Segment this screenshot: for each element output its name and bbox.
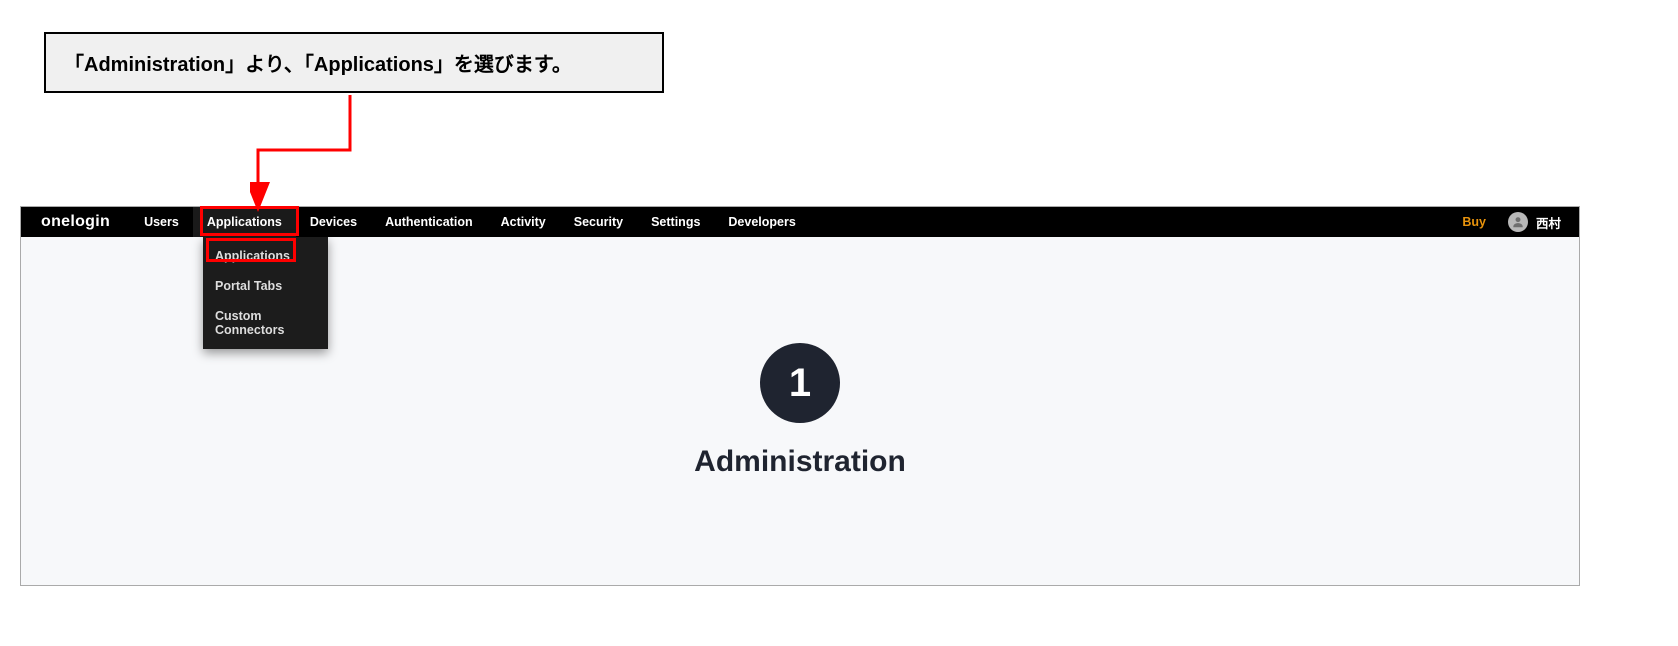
nav-item-activity[interactable]: Activity — [487, 207, 560, 237]
nav-label: Activity — [501, 215, 546, 229]
instruction-text: 「Administration」より、「Applications」を選びます。 — [64, 54, 572, 76]
applications-dropdown: Applications Portal Tabs Custom Connecto… — [203, 237, 328, 349]
nav-item-settings[interactable]: Settings — [637, 207, 714, 237]
step-number: 1 — [789, 361, 811, 406]
main-nav: Users Applications Devices Authenticatio… — [130, 207, 810, 237]
callout-arrow — [250, 95, 360, 215]
username-label: 西村 — [1536, 213, 1561, 232]
nav-label: Devices — [310, 215, 357, 229]
instruction-callout: 「Administration」より、「Applications」を選びます。 — [44, 32, 664, 93]
nav-item-security[interactable]: Security — [560, 207, 637, 237]
nav-label: Security — [574, 215, 623, 229]
dropdown-label: Applications — [215, 249, 290, 263]
nav-label: Settings — [651, 215, 700, 229]
user-menu[interactable]: 西村 — [1508, 212, 1561, 232]
step-number-badge: 1 — [760, 343, 840, 423]
nav-item-users[interactable]: Users — [130, 207, 193, 237]
dropdown-item-applications[interactable]: Applications — [203, 241, 328, 271]
nav-item-developers[interactable]: Developers — [714, 207, 809, 237]
step-title: Administration — [694, 445, 906, 479]
dropdown-label: Custom Connectors — [215, 309, 284, 337]
nav-label: Users — [144, 215, 179, 229]
topbar-right: Buy 西村 — [1462, 207, 1579, 237]
avatar-icon — [1508, 212, 1528, 232]
buy-link[interactable]: Buy — [1462, 215, 1486, 229]
dropdown-label: Portal Tabs — [215, 279, 282, 293]
brand-logo[interactable]: onelogin — [21, 213, 130, 231]
dropdown-item-portal-tabs[interactable]: Portal Tabs — [203, 271, 328, 301]
nav-item-authentication[interactable]: Authentication — [371, 207, 487, 237]
nav-label: Authentication — [385, 215, 473, 229]
dropdown-item-custom-connectors[interactable]: Custom Connectors — [203, 301, 328, 345]
nav-label: Applications — [207, 215, 282, 229]
nav-label: Developers — [728, 215, 795, 229]
app-window: onelogin Users Applications Devices Auth… — [20, 206, 1580, 586]
